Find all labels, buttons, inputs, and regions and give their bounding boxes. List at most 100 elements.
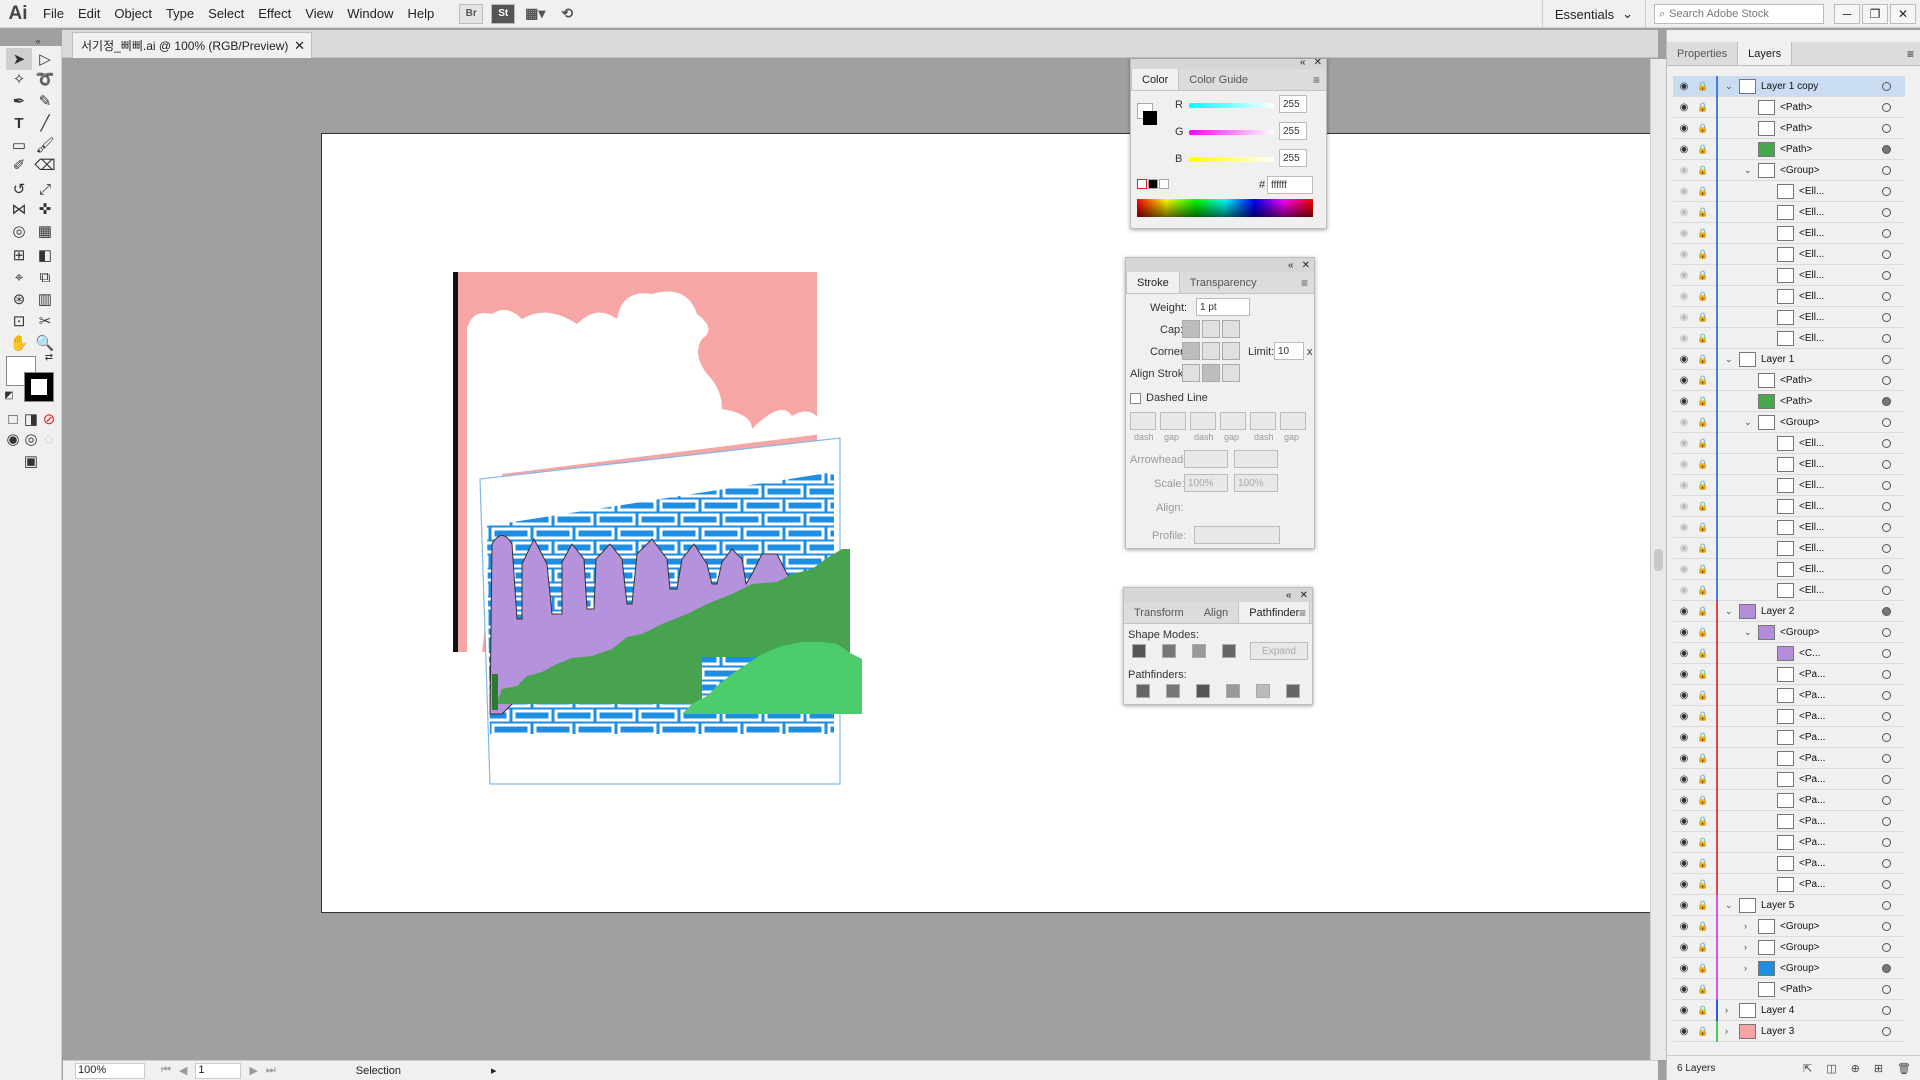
target-icon[interactable]	[1882, 165, 1891, 175]
pen-tool-icon[interactable]: ✒	[6, 90, 32, 112]
target-icon[interactable]	[1882, 1005, 1891, 1015]
target-icon[interactable]	[1882, 564, 1891, 574]
gap-input[interactable]	[1160, 412, 1186, 430]
target-icon[interactable]	[1882, 375, 1891, 385]
paintbrush-tool-icon[interactable]: 🖌	[32, 134, 58, 156]
lock-icon[interactable]: 🔒	[1697, 711, 1708, 722]
dash-input[interactable]	[1250, 412, 1276, 430]
canvas-vertical-scrollbar[interactable]	[1650, 59, 1666, 1060]
tab-stroke[interactable]: Stroke	[1126, 272, 1180, 293]
sublayer-row[interactable]: ◉ 🔒 <Ell...	[1673, 495, 1905, 517]
blend-tool-icon[interactable]: ⧉	[32, 266, 58, 288]
sublayer-row[interactable]: ◉ 🔒 <Ell...	[1673, 474, 1905, 496]
artboard[interactable]	[321, 133, 1650, 913]
sublayer-row[interactable]: ◉ 🔒 <Path>	[1673, 138, 1905, 160]
visibility-eye-icon[interactable]: ◉	[1677, 795, 1691, 806]
visibility-eye-icon[interactable]: ◉	[1677, 207, 1691, 218]
type-tool-icon[interactable]: T	[6, 112, 32, 134]
lock-icon[interactable]: 🔒	[1697, 627, 1708, 638]
lock-icon[interactable]: 🔒	[1697, 774, 1708, 785]
sublayer-row[interactable]: ◉ 🔒 <Pa...	[1673, 684, 1905, 706]
lock-icon[interactable]: 🔒	[1697, 354, 1708, 365]
arrange-documents-icon[interactable]: ▦▾	[523, 4, 547, 24]
eyedropper-tool-icon[interactable]: ⌖	[6, 266, 32, 288]
draw-normal-icon[interactable]: ◉	[4, 428, 22, 450]
new-layer-icon[interactable]: ⊞	[1874, 1062, 1883, 1075]
layer-row[interactable]: ◉ 🔒 ⌄ Layer 1 copy	[1673, 75, 1905, 97]
close-icon[interactable]: ✕	[1314, 59, 1322, 68]
target-icon[interactable]	[1882, 984, 1891, 994]
sublayer-row[interactable]: ◉ 🔒 <Pa...	[1673, 663, 1905, 685]
sublayer-row[interactable]: ◉ 🔒 <Ell...	[1673, 180, 1905, 202]
lock-icon[interactable]: 🔒	[1697, 1005, 1708, 1016]
layer-row[interactable]: ◉ 🔒 › Layer 3	[1673, 1020, 1905, 1042]
divide-button[interactable]	[1136, 684, 1150, 698]
visibility-eye-icon[interactable]: ◉	[1677, 249, 1691, 260]
sublayer-row[interactable]: ◉ 🔒 <Pa...	[1673, 705, 1905, 727]
default-fill-stroke-icon[interactable]: ◩	[2, 384, 16, 406]
tab-transparency[interactable]: Transparency	[1180, 272, 1267, 293]
scale-start-input[interactable]: 100%	[1184, 474, 1228, 492]
target-icon[interactable]	[1882, 291, 1891, 301]
workspace-switcher[interactable]: Essentials ⌄	[1541, 0, 1646, 28]
lock-icon[interactable]: 🔒	[1697, 585, 1708, 596]
collapse-icon[interactable]: «	[1300, 59, 1306, 68]
target-icon[interactable]	[1882, 480, 1891, 490]
eraser-tool-icon[interactable]: ⌫	[32, 154, 58, 176]
crop-button[interactable]	[1226, 684, 1240, 698]
target-icon[interactable]	[1882, 522, 1891, 532]
sublayer-row[interactable]: ◉ 🔒 <Ell...	[1673, 579, 1905, 601]
lock-icon[interactable]: 🔒	[1697, 123, 1708, 134]
lock-icon[interactable]: 🔒	[1697, 312, 1708, 323]
lock-icon[interactable]: 🔒	[1697, 816, 1708, 827]
lock-icon[interactable]: 🔒	[1697, 858, 1708, 869]
visibility-eye-icon[interactable]: ◉	[1677, 81, 1691, 92]
panel-menu-icon[interactable]: ≡	[1299, 606, 1306, 620]
target-icon[interactable]	[1882, 543, 1891, 553]
bevel-join-button[interactable]	[1222, 342, 1240, 360]
round-cap-button[interactable]	[1202, 320, 1220, 338]
weight-input[interactable]: 1 pt	[1196, 298, 1250, 316]
visibility-eye-icon[interactable]: ◉	[1677, 858, 1691, 869]
chevron-down-icon[interactable]: ⌄	[1725, 354, 1733, 365]
visibility-eye-icon[interactable]: ◉	[1677, 480, 1691, 491]
lock-icon[interactable]: 🔒	[1697, 963, 1708, 974]
sublayer-row[interactable]: ◉ 🔒 <Path>	[1673, 96, 1905, 118]
close-button[interactable]: ✕	[1890, 4, 1916, 24]
rotate-tool-icon[interactable]: ↺	[6, 178, 32, 200]
delete-layer-icon[interactable]: 🗑	[1897, 1062, 1911, 1075]
exclude-button[interactable]	[1222, 644, 1236, 658]
sublayer-row[interactable]: ◉ 🔒 › <Group>	[1673, 915, 1905, 937]
none-mode-icon[interactable]: ⊘	[40, 408, 58, 430]
menu-help[interactable]: Help	[400, 6, 441, 21]
target-icon[interactable]	[1882, 459, 1891, 469]
chevron-down-icon[interactable]: ⌄	[1744, 627, 1752, 638]
lock-icon[interactable]: 🔒	[1697, 417, 1708, 428]
lock-icon[interactable]: 🔒	[1697, 690, 1708, 701]
dashed-line-checkbox[interactable]	[1130, 393, 1141, 404]
limit-input[interactable]: 10	[1274, 342, 1304, 360]
visibility-eye-icon[interactable]: ◉	[1677, 564, 1691, 575]
arrowhead-start-select[interactable]	[1184, 450, 1228, 468]
align-inside-button[interactable]	[1202, 364, 1220, 382]
lock-icon[interactable]: 🔒	[1697, 270, 1708, 281]
stock-button[interactable]: St	[491, 3, 516, 24]
target-icon[interactable]	[1882, 186, 1891, 196]
lock-icon[interactable]: 🔒	[1697, 102, 1708, 113]
visibility-eye-icon[interactable]: ◉	[1677, 438, 1691, 449]
target-icon[interactable]	[1882, 732, 1891, 742]
locate-object-icon[interactable]: ⇱	[1803, 1062, 1812, 1075]
curvature-tool-icon[interactable]: ✎	[32, 90, 58, 112]
lock-icon[interactable]: 🔒	[1697, 438, 1708, 449]
color-spectrum[interactable]	[1137, 199, 1313, 217]
lock-icon[interactable]: 🔒	[1697, 1026, 1708, 1037]
expand-button[interactable]: Expand	[1250, 642, 1308, 660]
visibility-eye-icon[interactable]: ◉	[1677, 900, 1691, 911]
visibility-eye-icon[interactable]: ◉	[1677, 102, 1691, 113]
sublayer-row[interactable]: ◉ 🔒 ⌄ <Group>	[1673, 621, 1905, 643]
sublayer-row[interactable]: ◉ 🔒 <Ell...	[1673, 264, 1905, 286]
make-clipping-mask-icon[interactable]: ◫	[1826, 1062, 1836, 1075]
lock-icon[interactable]: 🔒	[1697, 459, 1708, 470]
target-icon[interactable]	[1882, 816, 1891, 826]
rectangle-tool-icon[interactable]: ▭	[6, 134, 32, 156]
